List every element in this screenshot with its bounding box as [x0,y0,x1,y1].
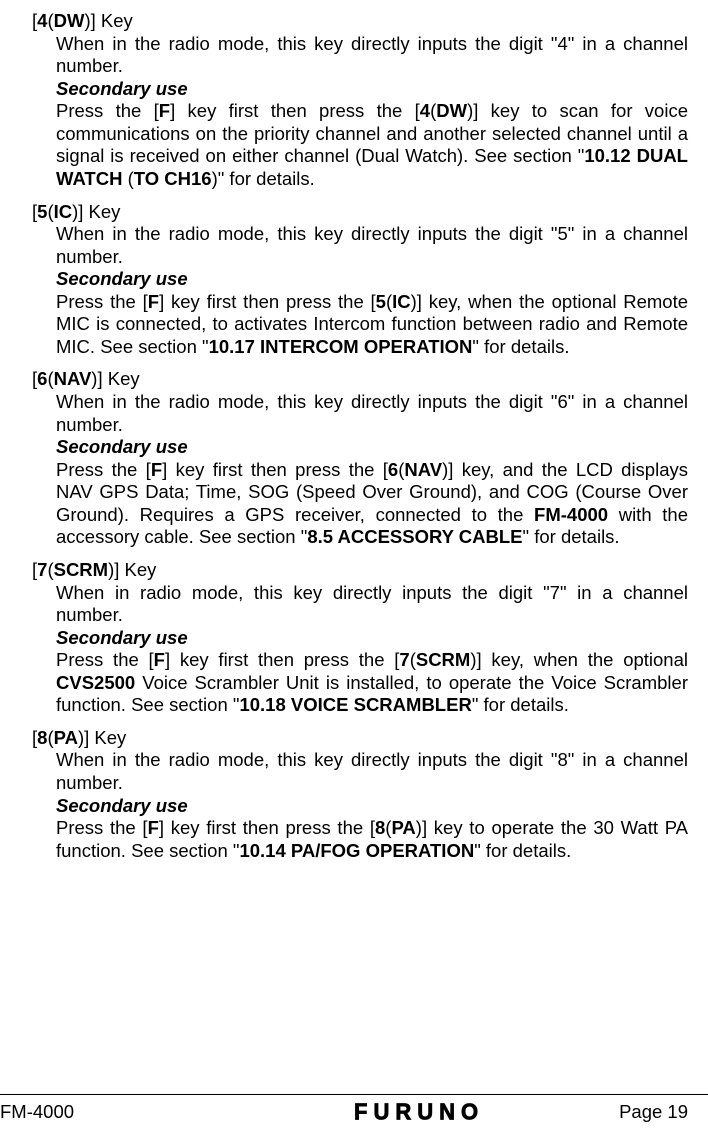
page-footer: FM-4000 FURUNO Page 19 [0,1094,708,1136]
primary-use-text: When in the radio mode, this key directl… [56,33,688,78]
key-title: [4(DW)] Key [32,10,688,33]
key-description: When in the radio mode, this key directl… [56,749,688,862]
key-description: When in the radio mode, this key directl… [56,33,688,191]
footer-model: FM-4000 [0,1101,74,1124]
primary-use-text: When in the radio mode, this key directl… [56,391,688,436]
secondary-use-text: Press the [F] key first then press the [… [56,459,688,549]
key-description: When in radio mode, this key directly in… [56,582,688,717]
secondary-use-label: Secondary use [56,268,688,291]
secondary-use-label: Secondary use [56,627,688,650]
secondary-use-text: Press the [F] key first then press the [… [56,649,688,717]
primary-use-text: When in radio mode, this key directly in… [56,582,688,627]
secondary-use-text: Press the [F] key first then press the [… [56,817,688,862]
key-title: [8(PA)] Key [32,727,688,750]
page-content: [4(DW)] Key When in the radio mode, this… [0,0,708,1080]
secondary-use-label: Secondary use [56,795,688,818]
key-entry-7scrm: [7(SCRM)] Key When in radio mode, this k… [0,559,688,717]
key-title: [6(NAV)] Key [32,368,688,391]
primary-use-text: When in the radio mode, this key directl… [56,223,688,268]
secondary-use-label: Secondary use [56,436,688,459]
secondary-use-label: Secondary use [56,78,688,101]
key-entry-5ic: [5(IC)] Key When in the radio mode, this… [0,201,688,359]
key-description: When in the radio mode, this key directl… [56,391,688,549]
secondary-use-text: Press the [F] key first then press the [… [56,100,688,190]
key-title: [5(IC)] Key [32,201,688,224]
footer-page-number: Page 19 [619,1101,688,1124]
key-entry-8pa: [8(PA)] Key When in the radio mode, this… [0,727,688,862]
key-entry-4dw: [4(DW)] Key When in the radio mode, this… [0,10,688,191]
primary-use-text: When in the radio mode, this key directl… [56,749,688,794]
key-title: [7(SCRM)] Key [32,559,688,582]
key-entry-6nav: [6(NAV)] Key When in the radio mode, thi… [0,368,688,549]
key-description: When in the radio mode, this key directl… [56,223,688,358]
footer-logo: FURUNO [354,1099,484,1127]
secondary-use-text: Press the [F] key first then press the [… [56,291,688,359]
